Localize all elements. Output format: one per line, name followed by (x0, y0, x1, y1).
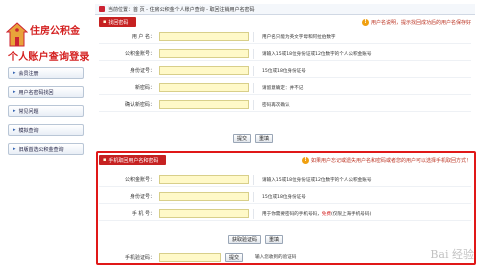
field-hint: 密码再次确认 (262, 102, 290, 108)
id-card-input[interactable] (159, 192, 249, 201)
field-hint: 用于你需要密码的手机号码，免费(仅限上海手机号码) (262, 211, 371, 217)
sidebar-item-legacy[interactable]: ▸ 旧版首选公积金查询 (8, 143, 84, 155)
field-hint: 请输入15或18位身份证或12位数字的个人公积金账号 (262, 51, 372, 57)
tab-label: 找回密码 (108, 19, 129, 26)
account-number-input[interactable] (159, 49, 249, 58)
section1-buttons: 提交 重填 (233, 134, 274, 143)
form-row-verify-code: 手机验证码： 提交 输入您收到的验证码 (99, 250, 471, 264)
logo: 住房公积金 个人账户查询登录 (4, 18, 90, 64)
arrow-icon: ▸ (13, 89, 16, 95)
main-content: 当前位置：首 页 - 住房公积金个人账户查询 - 取回注销用户名密码 ▪ 找回密码… (95, 0, 480, 268)
arrow-icon: ▸ (13, 127, 16, 133)
field-label: 身份证号： (129, 68, 155, 74)
form-row-idcard: 身份证号： 15位或18位身份证号 (99, 190, 471, 204)
field-label: 新密码： (134, 85, 155, 91)
submit-button[interactable]: 提交 (233, 134, 252, 143)
hint-text: 用于你需要密码的手机号码， (262, 211, 322, 217)
sidebar: 住房公积金 个人账户查询登录 ▸ 会员注册 ▸ 用户名密码找回 ▸ 常见问题 ▸ 模拟查… (0, 0, 92, 268)
divider (253, 191, 254, 202)
watermark: Bai 经验 (430, 248, 474, 261)
warning-icon: ! (301, 156, 309, 164)
field-label: 身份证号： (129, 194, 155, 200)
field-label: 公积金账号： (124, 51, 155, 57)
breadcrumb-text: 当前位置：首 页 - 住房公积金个人账户查询 - 取回注销用户名密码 (108, 6, 255, 13)
reset-button[interactable]: 重填 (265, 235, 284, 244)
field-hint: 请输入15或18位身份证或12位数字的个人公积金账号 (262, 177, 372, 183)
note-text: 用户名说明，提示找回成功后的用户名保存好 (370, 19, 471, 26)
section-mobile-recovery-header: ▪ 手机取回用户名和密码 ! 如果用户忘记或遗失用户名和密码或者您的用户可以选择手机… (99, 155, 471, 165)
divider (253, 208, 254, 219)
reset-button[interactable]: 重填 (255, 134, 274, 143)
home-icon (99, 6, 105, 12)
arrow-icon: ▸ (13, 146, 16, 152)
free-tag: 免费 (321, 211, 331, 217)
form-row-account: 公积金账号： 请输入15或18位身份证或12位数字的个人公积金账号 (99, 173, 471, 187)
form-row-username: 用 户 名： 用户名只能为英文字母和阿拉伯数字 (99, 30, 471, 44)
section-note: ! 如果用户忘记或遗失用户名和密码或者您的用户可以选择手机取回方式！ (301, 156, 471, 164)
field-hint: 输入您收到的验证码 (255, 255, 297, 260)
account-number-input[interactable] (159, 175, 249, 184)
tab-reset-password[interactable]: ▪ 找回密码 (99, 17, 137, 27)
section2-buttons: 获取验证码 重填 (228, 235, 284, 244)
field-label: 手机验证码： (124, 254, 155, 261)
arrow-icon: ▸ (13, 70, 16, 76)
field-label: 确认新密码： (124, 102, 155, 108)
get-code-button[interactable]: 获取验证码 (228, 235, 262, 244)
logo-title: 住房公积金 (30, 26, 80, 37)
hint-tail: (仅限上海手机号码) (330, 211, 372, 217)
sidebar-nav: ▸ 会员注册 ▸ 用户名密码找回 ▸ 常见问题 ▸ 模拟查询 ▸ 旧版首选公积金查询 (8, 67, 84, 162)
verify-code-input[interactable] (159, 252, 221, 262)
sidebar-item-faq[interactable]: ▸ 常见问题 (8, 105, 84, 117)
divider (253, 48, 254, 59)
new-password-input[interactable] (159, 83, 249, 92)
note-text: 如果用户忘记或遗失用户名和密码或者您的用户可以选择手机取回方式！ (310, 157, 471, 164)
id-card-input[interactable] (159, 66, 249, 75)
field-hint: 用户名只能为英文字母和阿拉伯数字 (262, 34, 336, 40)
section-reset-password-header: ▪ 找回密码 ! 用户名说明，提示找回成功后的用户名保存好 (99, 17, 471, 27)
form-row-confirm-password: 确认新密码： 密码再次确认 (99, 98, 471, 112)
form-row-account: 公积金账号： 请输入15或18位身份证或12位数字的个人公积金账号 (99, 47, 471, 61)
bullet-icon: ▪ (103, 19, 107, 25)
sidebar-item-label: 用户名密码找回 (18, 89, 54, 96)
tab-label: 手机取回用户名和密码 (108, 157, 159, 164)
username-input[interactable] (159, 32, 249, 41)
breadcrumb: 当前位置：首 页 - 住房公积金个人账户查询 - 取回注销用户名密码 (95, 4, 475, 15)
bullet-icon: ▪ (103, 157, 107, 163)
house-logo-icon (6, 22, 28, 47)
verify-submit-button[interactable]: 提交 (225, 252, 244, 262)
logo-subtitle: 个人账户查询登录 (8, 52, 90, 63)
form-row-idcard: 身份证号： 15位或18位身份证号 (99, 64, 471, 78)
confirm-password-input[interactable] (159, 100, 249, 109)
divider (253, 31, 254, 42)
divider (253, 82, 254, 93)
sidebar-item-label: 旧版首选公积金查询 (18, 146, 64, 153)
divider (253, 174, 254, 185)
warning-icon: ! (361, 18, 369, 26)
sidebar-item-label: 会员注册 (18, 70, 39, 77)
field-label: 公积金账号： (124, 177, 155, 183)
form-row-new-password: 新密码： 请留意确定：并不记 (99, 81, 471, 95)
divider (253, 65, 254, 76)
section-note: ! 用户名说明，提示找回成功后的用户名保存好 (361, 18, 471, 26)
mobile-number-input[interactable] (159, 209, 249, 218)
tab-mobile-recovery[interactable]: ▪ 手机取回用户名和密码 (99, 155, 167, 165)
field-hint: 请留意确定：并不记 (262, 85, 304, 91)
sidebar-item-label: 模拟查询 (18, 127, 39, 134)
arrow-icon: ▸ (13, 108, 16, 114)
field-hint: 15位或18位身份证号 (262, 194, 306, 200)
field-label: 用 户 名： (131, 34, 155, 40)
field-label: 手 机 号： (131, 211, 155, 217)
sidebar-item-recover[interactable]: ▸ 用户名密码找回 (8, 86, 84, 98)
form-row-mobile: 手 机 号： 用于你需要密码的手机号码，免费(仅限上海手机号码) (99, 207, 471, 221)
divider (253, 99, 254, 110)
field-hint: 15位或18位身份证号 (262, 68, 306, 74)
sidebar-item-simulate[interactable]: ▸ 模拟查询 (8, 124, 84, 136)
sidebar-item-label: 常见问题 (18, 108, 39, 115)
sidebar-item-register[interactable]: ▸ 会员注册 (8, 67, 84, 79)
